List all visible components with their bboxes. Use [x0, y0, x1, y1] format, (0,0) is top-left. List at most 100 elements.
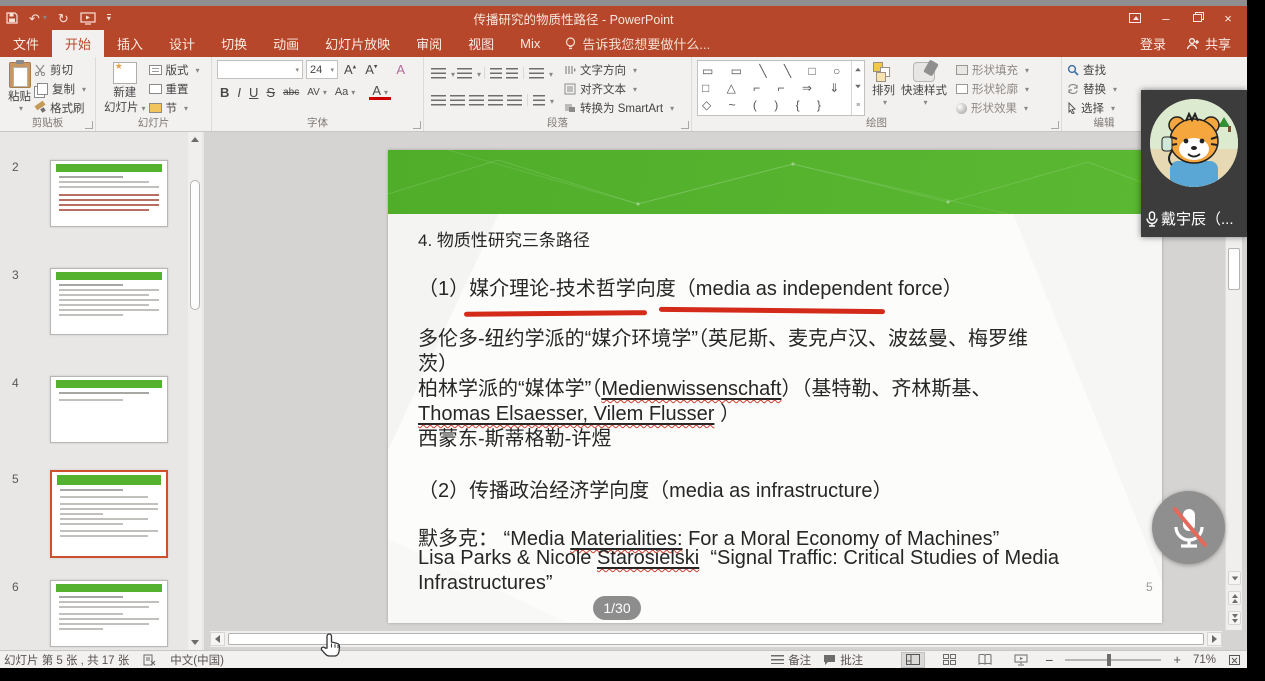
strikethrough-button[interactable]: S [263, 85, 278, 100]
decrease-indent-icon[interactable] [490, 68, 502, 79]
align-text-button[interactable]: 对齐文本 [564, 80, 674, 98]
tab-view[interactable]: 视图 [455, 30, 507, 57]
scroll-left-icon[interactable] [210, 632, 225, 646]
tab-review[interactable]: 审阅 [403, 30, 455, 57]
microphone-mute-button[interactable] [1152, 491, 1225, 564]
new-slide-button[interactable]: 新建 幻灯片 [101, 60, 149, 117]
increase-indent-icon[interactable] [506, 68, 518, 79]
share-button[interactable]: 共享 [1186, 34, 1231, 53]
columns-icon[interactable] [507, 95, 522, 106]
underline-button[interactable]: U [246, 85, 261, 100]
shrink-font-icon[interactable]: A▾ [362, 62, 380, 77]
vertical-scrollbar-thumb[interactable] [1228, 248, 1240, 290]
quick-styles-button[interactable]: 快速样式 [898, 60, 950, 117]
tab-file[interactable]: 文件 [0, 30, 52, 57]
tab-mix[interactable]: Mix [507, 30, 553, 57]
reading-view-button[interactable] [973, 652, 997, 668]
paragraph-dialog-launcher[interactable] [681, 121, 689, 129]
thumbnail-scrollbar-thumb[interactable] [190, 180, 200, 310]
scroll-down-icon[interactable] [1228, 571, 1241, 585]
find-button[interactable]: 查找 [1067, 61, 1117, 79]
thumbnail-slide-3[interactable] [50, 268, 168, 335]
bold-button[interactable]: B [217, 85, 232, 100]
line-spacing-icon[interactable] [529, 68, 544, 79]
shape-gallery[interactable]: ▭ ▭ ╲ ╲ □ ○ □ △ ⌐ ⌐ ⇒ ⇓ ◇ ~ ( ) { } ≡ [697, 60, 865, 116]
cut-button[interactable]: 剪切 [34, 61, 86, 79]
font-dialog-launcher[interactable] [413, 121, 421, 129]
redo-icon[interactable]: ↻ [58, 12, 69, 25]
scroll-up-icon[interactable] [189, 133, 201, 146]
zoom-slider[interactable] [1065, 659, 1161, 661]
tab-design[interactable]: 设计 [156, 30, 208, 57]
tab-home[interactable]: 开始 [52, 30, 104, 57]
thumbnail-scrollbar[interactable] [188, 132, 202, 650]
ribbon-display-options-icon[interactable] [1124, 9, 1146, 27]
reset-button[interactable]: 重置 [149, 80, 200, 98]
shape-gallery-scroll[interactable]: ≡ [851, 61, 864, 115]
scroll-right-icon[interactable] [1207, 632, 1222, 646]
webcam-overlay[interactable]: 戴宇辰（... [1141, 90, 1247, 237]
fit-slide-to-window-icon[interactable] [1228, 654, 1241, 666]
strikethrough-abc-icon[interactable]: abc [280, 87, 302, 98]
restore-icon[interactable] [1186, 9, 1208, 27]
text-direction-button[interactable]: 文字方向 [564, 61, 674, 79]
font-color-button[interactable]: A [369, 84, 391, 100]
scroll-down-icon[interactable] [189, 636, 201, 649]
minimize-icon[interactable]: – [1155, 9, 1177, 27]
grow-font-icon[interactable]: A▴ [341, 62, 359, 77]
slideshow-view-button[interactable] [1009, 652, 1033, 668]
previous-slide-icon[interactable] [1228, 591, 1241, 605]
numbering-icon[interactable] [457, 68, 472, 79]
tab-transitions[interactable]: 切换 [208, 30, 260, 57]
justify-icon[interactable] [488, 95, 503, 106]
sign-in-button[interactable]: 登录 [1140, 34, 1166, 53]
slide-sorter-view-button[interactable] [937, 652, 961, 668]
add-remove-columns-icon[interactable] [533, 95, 545, 106]
shape-row-2[interactable]: □ △ ⌐ ⌐ ⇒ ⇓ [702, 82, 847, 94]
italic-button[interactable]: I [234, 85, 244, 100]
paste-button[interactable]: 粘贴 [5, 60, 34, 117]
save-icon[interactable] [6, 12, 18, 24]
arrange-button[interactable]: 排列 [869, 60, 898, 117]
thumbnail-slide-5-selected[interactable] [50, 470, 168, 558]
comments-button[interactable]: 批注 [823, 652, 863, 668]
start-slideshow-icon[interactable] [80, 12, 96, 25]
thumbnail-slide-6[interactable] [50, 580, 168, 647]
next-slide-icon[interactable] [1228, 611, 1241, 625]
font-name-combo[interactable]: ▾ [217, 60, 303, 79]
shape-fill-button[interactable]: 形状填充 [956, 61, 1029, 79]
zoom-in-button[interactable]: + [1173, 652, 1181, 667]
replace-button[interactable]: 替换 [1067, 80, 1117, 98]
shape-row-3[interactable]: ◇ ~ ( ) { } [702, 99, 847, 111]
tab-slideshow[interactable]: 幻灯片放映 [312, 30, 403, 57]
thumbnail-slide-2[interactable] [50, 160, 168, 227]
tell-me-box[interactable]: 告诉我您想要做什么... [553, 30, 722, 57]
layout-button[interactable]: 版式 [149, 61, 200, 79]
align-center-icon[interactable] [450, 95, 465, 106]
shape-outline-button[interactable]: 形状轮廓 [956, 80, 1029, 98]
zoom-slider-thumb[interactable] [1107, 654, 1111, 666]
undo-icon[interactable]: ↶ [29, 12, 47, 25]
align-right-icon[interactable] [469, 95, 484, 106]
clipboard-dialog-launcher[interactable] [85, 121, 93, 129]
drawing-dialog-launcher[interactable] [1051, 121, 1059, 129]
bullets-icon[interactable] [431, 68, 446, 79]
normal-view-button[interactable] [901, 652, 925, 668]
customize-qat-icon[interactable]: ▾ [107, 14, 111, 23]
tab-animations[interactable]: 动画 [260, 30, 312, 57]
spellcheck-icon[interactable] [143, 654, 156, 666]
zoom-level[interactable]: 71% [1193, 654, 1216, 666]
close-icon[interactable]: × [1217, 9, 1239, 27]
copy-button[interactable]: 复制 [34, 80, 86, 98]
thumbnail-slide-4[interactable] [50, 376, 168, 443]
shape-row-1[interactable]: ▭ ▭ ╲ ╲ □ ○ [702, 65, 847, 77]
zoom-out-button[interactable]: − [1045, 652, 1053, 668]
notes-button[interactable]: 备注 [771, 652, 811, 668]
character-spacing-button[interactable]: AV [304, 87, 330, 98]
change-case-button[interactable]: Aa [332, 86, 358, 98]
tab-insert[interactable]: 插入 [104, 30, 156, 57]
horizontal-scrollbar[interactable] [210, 631, 1222, 647]
horizontal-scrollbar-thumb[interactable] [228, 633, 1204, 645]
font-size-combo[interactable]: 24▾ [306, 60, 338, 79]
slide-canvas[interactable]: 4. 物质性研究三条路径 （1）媒介理论-技术哲学向度（media as ind… [388, 150, 1162, 623]
